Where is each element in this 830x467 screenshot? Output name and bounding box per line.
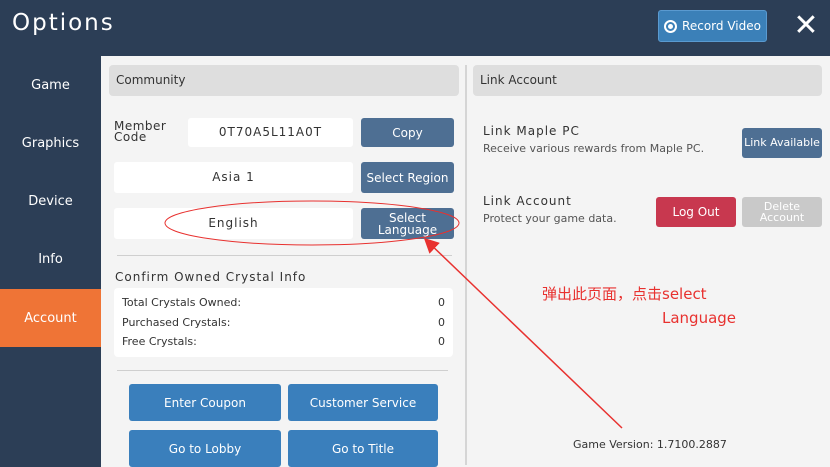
link-account-title: Link Account	[483, 194, 572, 208]
crystal-row-label: Free Crystals:	[122, 335, 197, 348]
crystal-info-title: Confirm Owned Crystal Info	[115, 270, 307, 284]
column-divider	[465, 65, 467, 465]
crystal-info-box: Total Crystals Owned: 0 Purchased Crysta…	[114, 288, 453, 357]
crystal-row-value: 0	[438, 316, 445, 329]
crystal-row-free: Free Crystals: 0	[122, 335, 445, 348]
crystal-row-label: Purchased Crystals:	[122, 316, 231, 329]
link-available-button[interactable]: Link Available	[742, 128, 822, 158]
copy-button[interactable]: Copy	[361, 118, 454, 147]
section-divider	[117, 255, 452, 256]
sidebar-item-info[interactable]: Info	[0, 230, 101, 288]
region-field: Asia 1	[114, 162, 353, 193]
customer-service-button[interactable]: Customer Service	[288, 384, 438, 421]
annotation-line-2: Language	[662, 309, 737, 327]
sidebar-item-game[interactable]: Game	[0, 56, 101, 114]
member-code-label: Member Code	[114, 119, 167, 144]
member-code-field: 0T70A5L11A0T	[188, 118, 353, 147]
link-account-header: Link Account	[473, 65, 822, 96]
page-title: Options	[12, 10, 115, 36]
crystal-row-total: Total Crystals Owned: 0	[122, 296, 445, 309]
record-video-button[interactable]: Record Video	[658, 10, 767, 42]
select-language-button[interactable]: Select Language	[361, 208, 454, 239]
log-out-button[interactable]: Log Out	[656, 197, 736, 227]
crystal-row-value: 0	[438, 296, 445, 309]
language-field: English	[114, 208, 353, 239]
link-maple-title: Link Maple PC	[483, 124, 580, 138]
select-region-button[interactable]: Select Region	[361, 162, 454, 193]
annotation-text: 弹出此页面，点击select Language	[542, 282, 736, 330]
crystal-row-value: 0	[438, 335, 445, 348]
sidebar: Game Graphics Device Info Account	[0, 56, 101, 467]
sidebar-item-device[interactable]: Device	[0, 172, 101, 230]
delete-account-button[interactable]: Delete Account	[742, 197, 822, 227]
close-icon[interactable]: ✕	[790, 10, 822, 42]
enter-coupon-button[interactable]: Enter Coupon	[129, 384, 281, 421]
sidebar-item-account[interactable]: Account	[0, 289, 101, 347]
record-video-label: Record Video	[682, 19, 761, 33]
go-to-title-button[interactable]: Go to Title	[288, 430, 438, 467]
record-icon	[664, 19, 678, 33]
section-divider	[117, 370, 448, 371]
sidebar-item-graphics[interactable]: Graphics	[0, 114, 101, 172]
game-version: Game Version: 1.7100.2887	[573, 438, 727, 451]
crystal-row-purchased: Purchased Crystals: 0	[122, 316, 445, 329]
crystal-row-label: Total Crystals Owned:	[122, 296, 242, 309]
link-account-desc: Protect your game data.	[483, 212, 617, 225]
annotation-line-1: 弹出此页面，点击select	[542, 285, 707, 303]
top-bar: Options Record Video ✕	[0, 0, 830, 56]
link-maple-desc: Receive various rewards from Maple PC.	[483, 142, 705, 155]
community-header: Community	[109, 65, 459, 96]
go-to-lobby-button[interactable]: Go to Lobby	[129, 430, 281, 467]
